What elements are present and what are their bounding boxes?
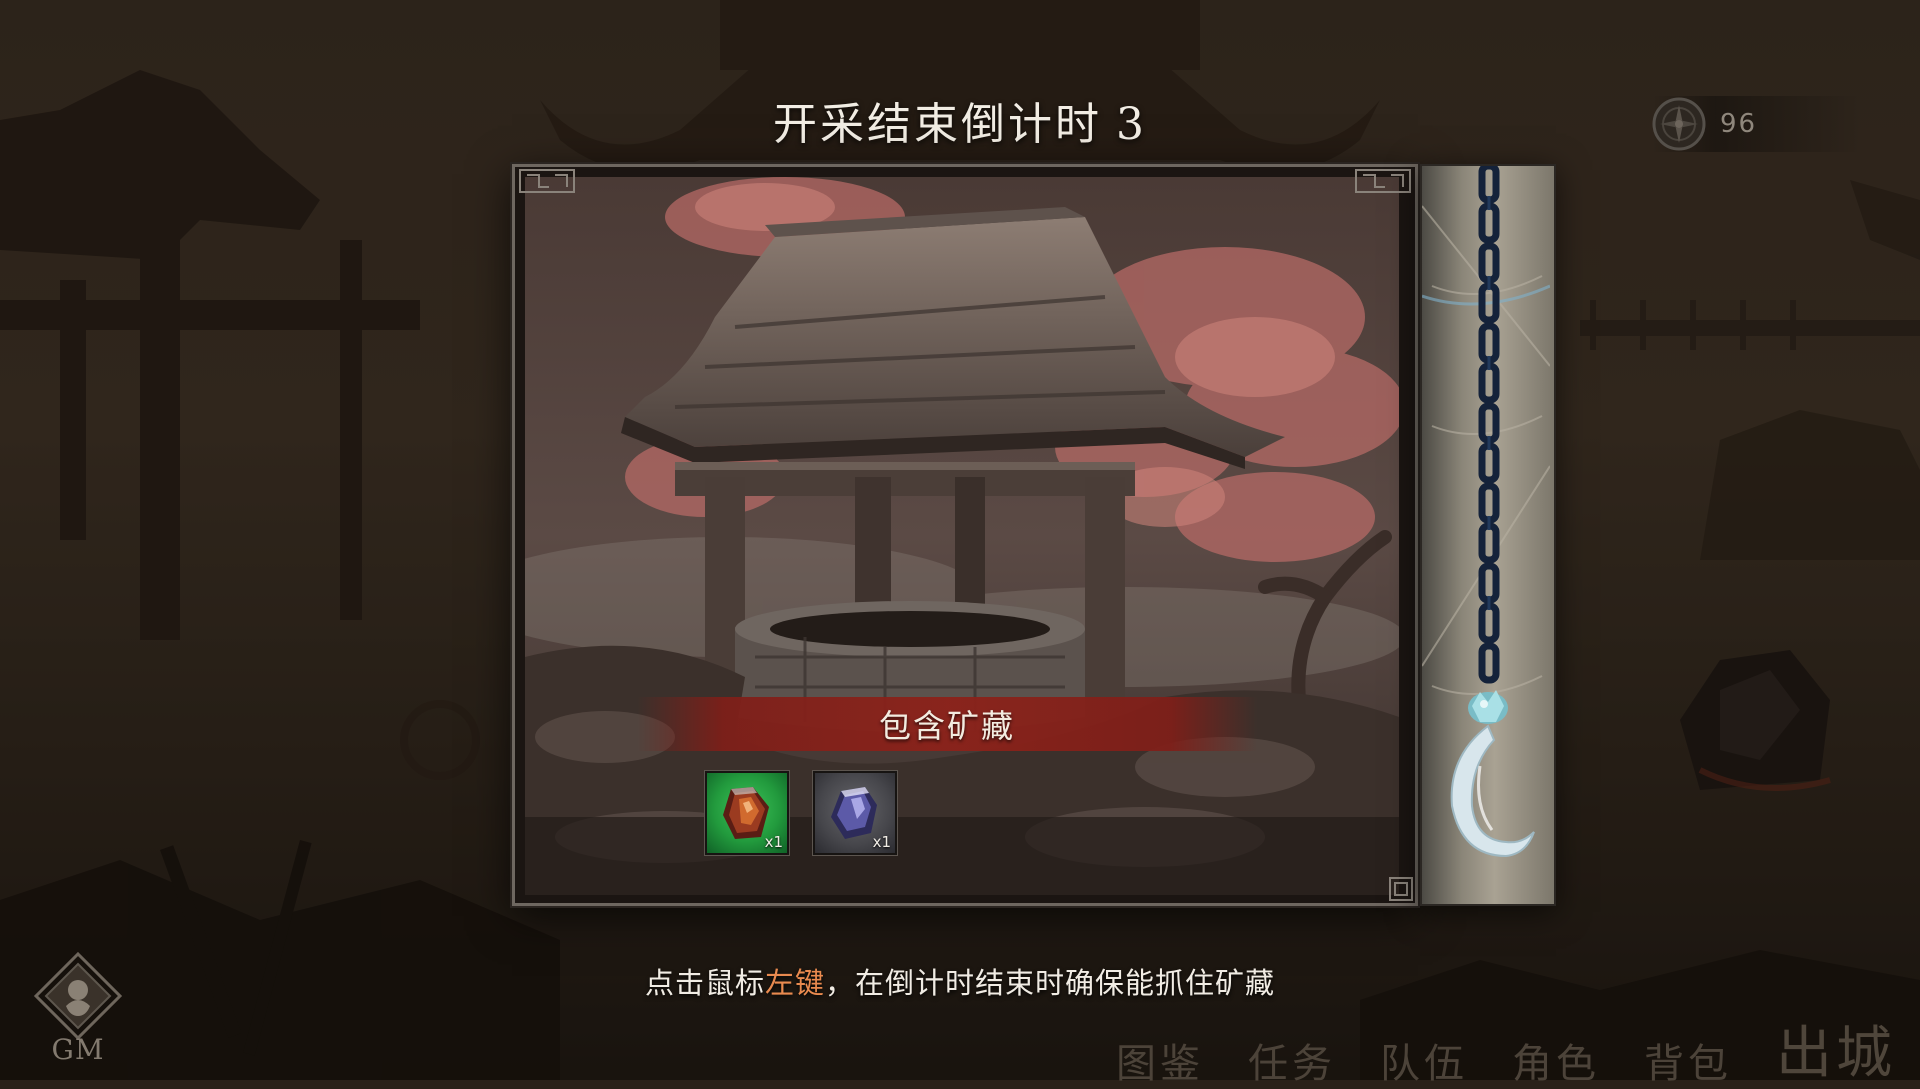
countdown-title: 开采结束倒计时 3 [0, 88, 1920, 152]
item-quantity: x1 [764, 833, 783, 851]
banner-label: 包含矿藏 [878, 707, 1015, 745]
currency-display: 96 [1652, 96, 1862, 152]
nav-inventory[interactable]: 背包 [1644, 1031, 1732, 1089]
item-quantity: x1 [872, 833, 891, 851]
ore-item-slot[interactable]: x1 [813, 771, 897, 855]
hint-key: 左键 [764, 966, 825, 1000]
grapple-track [1420, 162, 1556, 906]
gm-button[interactable]: GM [30, 950, 126, 1066]
nav-quests[interactable]: 任务 [1248, 1031, 1336, 1089]
ore-item-list: x1 x1 [705, 771, 897, 855]
chain-hook-illustration [1421, 162, 1551, 858]
nav-codex[interactable]: 图鉴 [1116, 1031, 1204, 1089]
hint-text-after: ，在倒计时结束时确保能抓住矿藏 [825, 966, 1276, 1000]
bottom-nav: 图鉴 任务 队伍 角色 背包 出城 [1116, 1008, 1896, 1089]
nav-team[interactable]: 队伍 [1380, 1031, 1468, 1089]
well-pavilion-illustration [525, 177, 1399, 895]
countdown-value: 3 [1116, 99, 1147, 150]
currency-value: 96 [1720, 109, 1758, 139]
corner-ornament [1355, 169, 1411, 193]
mining-panel: 包含矿藏 x1 x1 [512, 164, 1418, 906]
compass-coin-icon [1652, 97, 1706, 151]
scene-illustration: 包含矿藏 x1 x1 [525, 177, 1399, 895]
gm-label: GM [51, 1033, 105, 1066]
nav-character[interactable]: 角色 [1512, 1031, 1600, 1089]
ore-item-slot[interactable]: x1 [705, 771, 789, 855]
gm-emblem-icon [33, 951, 123, 1041]
countdown-label: 开采结束倒计时 [773, 99, 1102, 150]
hint-text-before: 点击鼠标 [644, 966, 765, 1000]
contains-ore-banner: 包含矿藏 [637, 697, 1257, 751]
hook-crystal [1468, 690, 1508, 724]
nav-leave-city-button[interactable]: 出城 [1776, 1008, 1896, 1089]
instruction-hint: 点击鼠标左键，在倒计时结束时确保能抓住矿藏 [0, 960, 1920, 1002]
corner-ornament [519, 169, 575, 193]
corner-ornament [1389, 877, 1413, 901]
